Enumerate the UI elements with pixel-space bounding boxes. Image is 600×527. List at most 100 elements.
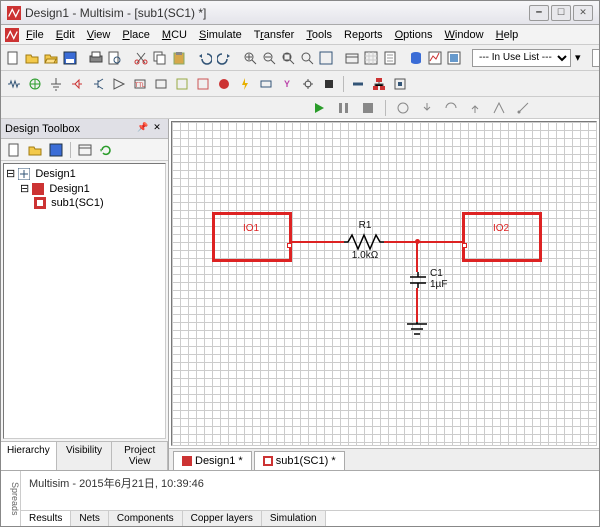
design-tree[interactable]: ⊟ Design1 ⊟ Design1 sub1(SC1) xyxy=(3,163,166,439)
minimize-button[interactable]: ━ xyxy=(529,5,549,21)
place-diode-icon[interactable] xyxy=(68,75,86,93)
tree-root[interactable]: ⊟ Design1 xyxy=(6,166,163,181)
place-ground-icon[interactable] xyxy=(47,75,65,93)
place-connector-icon[interactable] xyxy=(257,75,275,93)
db-icon[interactable] xyxy=(408,49,424,67)
sidebar-pin-icon[interactable]: 📌 xyxy=(136,122,150,136)
wire-io1-r1[interactable] xyxy=(292,241,344,243)
new-design-icon[interactable] xyxy=(5,141,23,159)
place-power-icon[interactable] xyxy=(236,75,254,93)
tab-components[interactable]: Components xyxy=(109,511,183,526)
zoom-input[interactable] xyxy=(592,49,599,67)
hierarchy-icon[interactable] xyxy=(370,75,388,93)
tab-copper-layers[interactable]: Copper layers xyxy=(183,511,262,526)
canvas-viewport[interactable]: IO1 IO2 R1 1.0kΩ xyxy=(171,121,597,446)
menu-view[interactable]: View xyxy=(82,27,116,43)
tab-results[interactable]: Results xyxy=(21,511,71,526)
toggle-icon[interactable]: ⊟ xyxy=(6,168,15,180)
place-ttl-icon[interactable]: TTL xyxy=(131,75,149,93)
run-button[interactable] xyxy=(311,99,329,117)
post-icon[interactable] xyxy=(446,49,462,67)
dropdown-icon[interactable]: ▾ xyxy=(574,49,582,67)
menu-transfer[interactable]: Transfer xyxy=(249,27,300,43)
open-design-icon[interactable] xyxy=(26,141,44,159)
pause-button[interactable] xyxy=(335,99,353,117)
menu-options[interactable]: Options xyxy=(390,27,438,43)
sidebar-close-icon[interactable]: ✕ xyxy=(150,122,164,136)
trail-icon[interactable] xyxy=(490,99,508,117)
place-cmos-icon[interactable] xyxy=(152,75,170,93)
interactive-icon[interactable] xyxy=(394,99,412,117)
place-electromech-icon[interactable] xyxy=(299,75,317,93)
fullscreen-icon[interactable] xyxy=(318,49,334,67)
r1-component[interactable] xyxy=(344,233,384,251)
ground-symbol[interactable] xyxy=(406,322,428,336)
menu-file[interactable]: File xyxy=(21,27,49,43)
tab-nets[interactable]: Nets xyxy=(71,511,109,526)
preview-icon[interactable] xyxy=(107,49,123,67)
copy-icon[interactable] xyxy=(152,49,168,67)
open-icon[interactable] xyxy=(24,49,40,67)
zoom-fit-icon[interactable] xyxy=(280,49,296,67)
close-button[interactable]: ✕ xyxy=(573,5,593,21)
tree-item-design[interactable]: ⊟ Design1 xyxy=(6,181,163,196)
cut-icon[interactable] xyxy=(133,49,149,67)
place-indicator-icon[interactable] xyxy=(215,75,233,93)
place-opamp-icon[interactable] xyxy=(110,75,128,93)
menu-edit[interactable]: Edit xyxy=(51,27,80,43)
place-transistor-icon[interactable] xyxy=(89,75,107,93)
place-resistor-icon[interactable] xyxy=(5,75,23,93)
undo-icon[interactable] xyxy=(197,49,213,67)
menu-simulate[interactable]: Simulate xyxy=(194,27,247,43)
io1-pin[interactable] xyxy=(287,243,292,248)
zoom-sel-icon[interactable] xyxy=(299,49,315,67)
place-mcu-icon[interactable] xyxy=(320,75,338,93)
in-use-list-select[interactable]: --- In Use List --- xyxy=(472,49,571,67)
zoom-in-icon[interactable] xyxy=(242,49,258,67)
menu-help[interactable]: Help xyxy=(491,27,524,43)
io2-block[interactable]: IO2 xyxy=(462,212,542,262)
stop-button[interactable] xyxy=(359,99,377,117)
menu-reports[interactable]: Reports xyxy=(339,27,388,43)
redo-icon[interactable] xyxy=(216,49,232,67)
tab-visibility[interactable]: Visibility xyxy=(57,442,113,470)
paste-icon[interactable] xyxy=(171,49,187,67)
print-icon[interactable] xyxy=(88,49,104,67)
refresh-icon[interactable] xyxy=(97,141,115,159)
spreadsheet-icon[interactable] xyxy=(363,49,379,67)
wire-node-c1[interactable] xyxy=(416,242,418,272)
tab-hierarchy[interactable]: Hierarchy xyxy=(1,442,57,470)
c1-component[interactable] xyxy=(408,272,428,288)
doc-tab-sub1[interactable]: sub1(SC1) * xyxy=(254,451,345,470)
zoom-out-icon[interactable] xyxy=(261,49,277,67)
step-out-icon[interactable] xyxy=(466,99,484,117)
menu-window[interactable]: Window xyxy=(439,27,488,43)
spreadsheet-handle[interactable]: Spreads xyxy=(1,471,21,526)
tab-simulation[interactable]: Simulation xyxy=(262,511,326,526)
system-menu-icon[interactable] xyxy=(5,28,19,42)
tab-project-view[interactable]: Project View xyxy=(112,442,168,470)
menu-tools[interactable]: Tools xyxy=(301,27,337,43)
tree-item-sub1[interactable]: sub1(SC1) xyxy=(6,196,163,210)
toggle-icon[interactable]: ⊟ xyxy=(20,183,29,195)
save-design-icon[interactable] xyxy=(47,141,65,159)
maximize-button[interactable]: ☐ xyxy=(551,5,571,21)
subcircuit-icon[interactable] xyxy=(391,75,409,93)
save-icon[interactable] xyxy=(62,49,78,67)
step-into-icon[interactable] xyxy=(418,99,436,117)
doc-tab-design1[interactable]: Design1 * xyxy=(173,451,252,470)
expand-icon[interactable] xyxy=(76,141,94,159)
probe-icon[interactable] xyxy=(514,99,532,117)
place-rf-icon[interactable]: Y xyxy=(278,75,296,93)
wire-c1-gnd[interactable] xyxy=(416,288,418,322)
place-source-icon[interactable] xyxy=(26,75,44,93)
io2-pin[interactable] xyxy=(462,243,467,248)
new-icon[interactable] xyxy=(5,49,21,67)
place-misc-icon[interactable] xyxy=(173,75,191,93)
step-over-icon[interactable] xyxy=(442,99,460,117)
wire-r1-io2[interactable] xyxy=(384,241,462,243)
open2-icon[interactable] xyxy=(43,49,59,67)
netlist-icon[interactable] xyxy=(382,49,398,67)
grapher-icon[interactable] xyxy=(427,49,443,67)
io1-block[interactable]: IO1 xyxy=(212,212,292,262)
